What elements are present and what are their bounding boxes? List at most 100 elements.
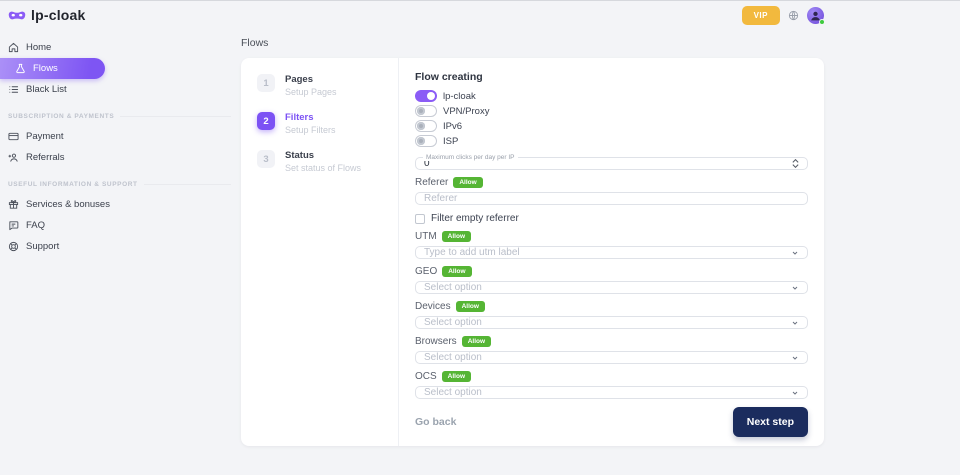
step-title: Status (285, 150, 361, 161)
sidebar-item-label: FAQ (26, 220, 45, 231)
logo[interactable]: lp-cloak (8, 7, 86, 23)
sidebar-item-label: Payment (26, 131, 64, 142)
max-clicks-field[interactable]: Maximum clicks per day per IP (415, 157, 808, 170)
next-step-button[interactable]: Next step (733, 407, 808, 437)
geo-select[interactable]: Select option (415, 281, 808, 294)
sidebar-section-useful: USEFUL INFORMATION & SUPPORT (8, 181, 241, 188)
logo-text: lp-cloak (31, 7, 86, 23)
sidebar-item-referrals[interactable]: Referrals (8, 147, 241, 168)
chevron-down-icon (791, 319, 799, 327)
home-icon (8, 42, 19, 53)
toggle-label: VPN/Proxy (443, 106, 489, 117)
sidebar-item-home[interactable]: Home (8, 37, 241, 58)
geo-label: GEO (415, 266, 437, 277)
toggle-ipv6[interactable]: IPv6 (415, 120, 808, 132)
ocs-label-row: OCS Allow (415, 371, 808, 382)
user-plus-icon (8, 152, 19, 163)
step-status[interactable]: 3 Status Set status of Flows (257, 150, 398, 173)
toggle-switch-off[interactable] (415, 105, 437, 117)
vip-button[interactable]: VIP (742, 6, 780, 25)
sidebar-item-black-list[interactable]: Black List (8, 79, 241, 100)
checkbox-label: Filter empty referrer (431, 213, 519, 224)
filter-empty-referrer-checkbox-row[interactable]: Filter empty referrer (415, 213, 808, 224)
flow-creating-form: Flow creating lp-cloak VPN/Proxy IPv6 IS… (399, 58, 824, 446)
chevron-down-icon[interactable] (792, 164, 799, 168)
select-placeholder: Select option (424, 387, 482, 398)
sidebar-item-label: Flows (33, 63, 58, 74)
ocs-label: OCS (415, 371, 437, 382)
toggle-vpn-proxy[interactable]: VPN/Proxy (415, 105, 808, 117)
sidebar-item-faq[interactable]: FAQ (8, 215, 241, 236)
life-buoy-icon (8, 241, 19, 252)
chevron-down-icon (791, 284, 799, 292)
chevron-down-icon (791, 389, 799, 397)
language-globe-icon[interactable] (788, 10, 799, 21)
utm-select[interactable]: Type to add utm label (415, 246, 808, 259)
geo-label-row: GEO Allow (415, 266, 808, 277)
ocs-allow-badge[interactable]: Allow (442, 371, 471, 382)
utm-allow-badge[interactable]: Allow (442, 231, 471, 242)
referer-label-row: Referer Allow (415, 177, 808, 188)
step-number: 3 (257, 150, 275, 168)
sidebar-item-label: Referrals (26, 152, 65, 163)
toggle-label: ISP (443, 136, 458, 147)
mask-icon (8, 8, 26, 22)
chevron-up-icon[interactable] (792, 159, 799, 163)
referer-allow-badge[interactable]: Allow (453, 177, 482, 188)
sidebar-item-services[interactable]: Services & bonuses (8, 194, 241, 215)
referer-input[interactable] (415, 192, 808, 205)
geo-allow-badge[interactable]: Allow (442, 266, 471, 277)
gift-icon (8, 199, 19, 210)
browsers-label-row: Browsers Allow (415, 336, 808, 347)
toggle-isp[interactable]: ISP (415, 135, 808, 147)
ocs-select[interactable]: Select option (415, 386, 808, 399)
avatar[interactable] (807, 7, 824, 24)
sidebar: Home Flows Black List SUBSCRIPTION & PAY… (0, 27, 241, 446)
toggle-switch-on[interactable] (415, 90, 437, 102)
go-back-button[interactable]: Go back (415, 416, 456, 428)
steps-panel: 1 Pages Setup Pages 2 Filters Setup Filt… (241, 58, 398, 446)
devices-label: Devices (415, 301, 451, 312)
sidebar-item-label: Home (26, 42, 51, 53)
utm-label-row: UTM Allow (415, 231, 808, 242)
select-placeholder: Select option (424, 282, 482, 293)
toggle-switch-off[interactable] (415, 120, 437, 132)
step-filters[interactable]: 2 Filters Setup Filters (257, 112, 398, 135)
sidebar-section-subscription: SUBSCRIPTION & PAYMENTS (8, 113, 241, 120)
toggle-label: IPv6 (443, 121, 462, 132)
main-content: Flows 1 Pages Setup Pages 2 Filters Setu… (241, 27, 824, 446)
referer-label: Referer (415, 177, 448, 188)
toggle-lp-cloak[interactable]: lp-cloak (415, 90, 808, 102)
flows-icon (15, 63, 26, 74)
chevron-down-icon (791, 249, 799, 257)
max-clicks-label: Maximum clicks per day per IP (423, 154, 518, 161)
browsers-select[interactable]: Select option (415, 351, 808, 364)
header-actions: VIP (742, 6, 824, 25)
sidebar-item-payment[interactable]: Payment (8, 126, 241, 147)
sidebar-item-flows[interactable]: Flows (0, 58, 105, 79)
chevron-down-icon (791, 354, 799, 362)
select-placeholder: Type to add utm label (424, 247, 520, 258)
checkbox[interactable] (415, 214, 425, 224)
page-title: Flows (241, 37, 824, 49)
devices-allow-badge[interactable]: Allow (456, 301, 485, 312)
flow-card: 1 Pages Setup Pages 2 Filters Setup Filt… (241, 58, 824, 446)
step-number: 1 (257, 74, 275, 92)
sidebar-item-label: Services & bonuses (26, 199, 110, 210)
toggle-label: lp-cloak (443, 91, 476, 102)
select-placeholder: Select option (424, 317, 482, 328)
select-placeholder: Select option (424, 352, 482, 363)
step-subtitle: Set status of Flows (285, 163, 361, 173)
browsers-allow-badge[interactable]: Allow (462, 336, 491, 347)
browsers-label: Browsers (415, 336, 457, 347)
sidebar-item-support[interactable]: Support (8, 236, 241, 257)
chat-icon (8, 220, 19, 231)
form-footer: Go back Next step (415, 399, 808, 437)
toggle-switch-off[interactable] (415, 135, 437, 147)
sidebar-item-label: Support (26, 241, 59, 252)
devices-select[interactable]: Select option (415, 316, 808, 329)
step-pages[interactable]: 1 Pages Setup Pages (257, 74, 398, 97)
number-stepper[interactable] (792, 159, 799, 168)
step-number: 2 (257, 112, 275, 130)
credit-card-icon (8, 131, 19, 142)
